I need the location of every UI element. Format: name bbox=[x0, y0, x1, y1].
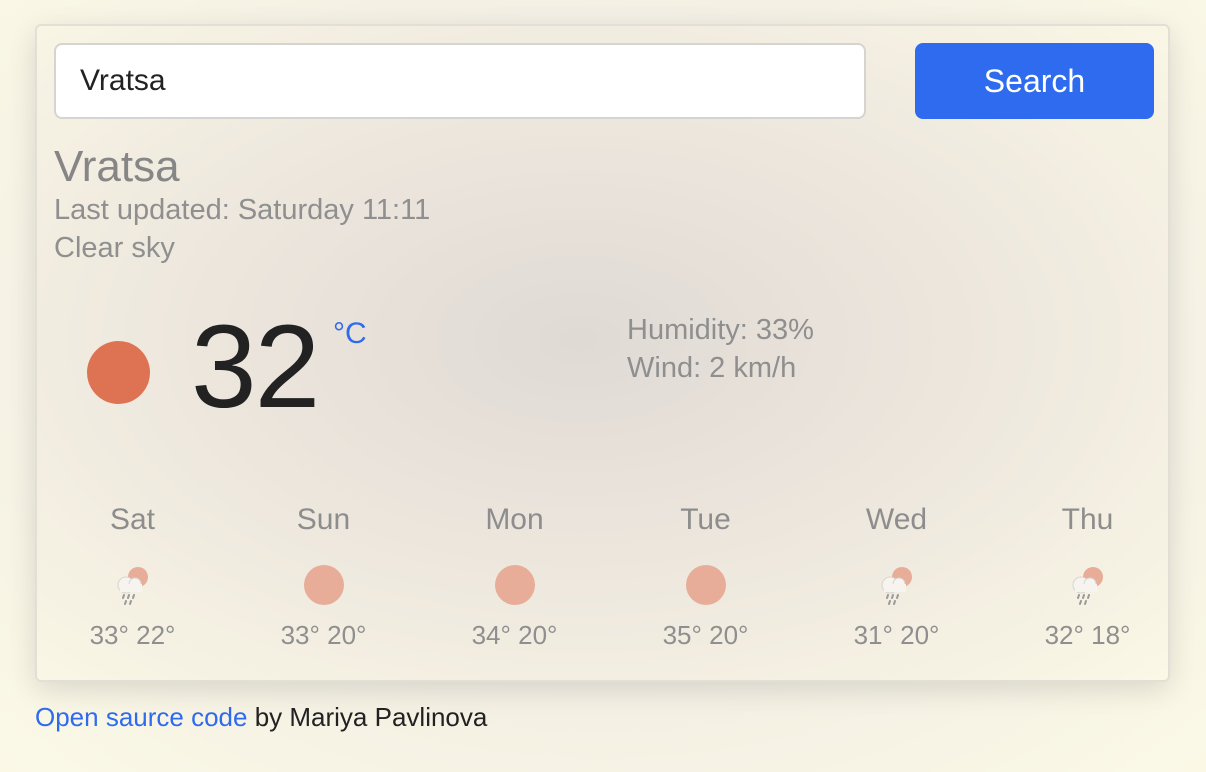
search-input[interactable] bbox=[54, 43, 866, 119]
forecast-day: Tue 35° 20° bbox=[610, 502, 801, 651]
sun-icon bbox=[490, 560, 540, 610]
forecast-temps: 32° 18° bbox=[1044, 620, 1131, 650]
forecast-temps: 35° 20° bbox=[662, 620, 749, 650]
forecast-day: Thu 32° 18° bbox=[992, 502, 1183, 651]
rain-cloud-sun-icon bbox=[1063, 560, 1113, 610]
forecast-day: Wed 31° 20° bbox=[801, 502, 992, 651]
rain-cloud-sun-icon bbox=[108, 560, 158, 610]
forecast-day-name: Tue bbox=[680, 503, 731, 536]
forecast-temps: 33° 22° bbox=[89, 620, 176, 650]
footer: Open saurce code by Mariya Pavlinova bbox=[35, 702, 487, 733]
sun-icon bbox=[87, 341, 150, 404]
weather-details: Humidity: 33% Wind: 2 km/h bbox=[627, 311, 814, 387]
forecast-temps: 34° 20° bbox=[471, 620, 558, 650]
weather-description: Clear sky bbox=[54, 232, 175, 264]
search-button[interactable]: Search bbox=[915, 43, 1154, 119]
city-name: Vratsa bbox=[54, 142, 180, 191]
forecast-day-name: Wed bbox=[865, 503, 928, 536]
sun-icon bbox=[681, 560, 731, 610]
current-temperature: 32 bbox=[191, 301, 320, 433]
forecast: Sat 33° 22° Sun 33° 20° Mon 34° 20° Tue … bbox=[37, 502, 1168, 672]
source-code-link[interactable]: Open saurce code bbox=[35, 702, 247, 732]
forecast-temps: 33° 20° bbox=[280, 620, 367, 650]
forecast-day-name: Sat bbox=[109, 503, 156, 536]
forecast-day-name: Mon bbox=[485, 503, 544, 536]
forecast-day-name: Sun bbox=[296, 503, 351, 536]
forecast-day: Sun 33° 20° bbox=[228, 502, 419, 651]
sun-icon bbox=[299, 560, 349, 610]
rain-cloud-sun-icon bbox=[872, 560, 922, 610]
humidity: Humidity: 33% bbox=[627, 314, 814, 346]
forecast-day: Mon 34° 20° bbox=[419, 502, 610, 651]
author-credit: by Mariya Pavlinova bbox=[247, 702, 488, 732]
forecast-temps: 31° 20° bbox=[853, 620, 940, 650]
temperature-unit-link[interactable]: °C bbox=[333, 317, 367, 351]
wind: Wind: 2 km/h bbox=[627, 352, 797, 384]
forecast-day: Sat 33° 22° bbox=[37, 502, 228, 651]
last-updated: Last updated: Saturday 11:11 bbox=[54, 194, 431, 226]
weather-card: Search Vratsa Last updated: Saturday 11:… bbox=[35, 24, 1170, 682]
forecast-day-name: Thu bbox=[1061, 503, 1114, 536]
